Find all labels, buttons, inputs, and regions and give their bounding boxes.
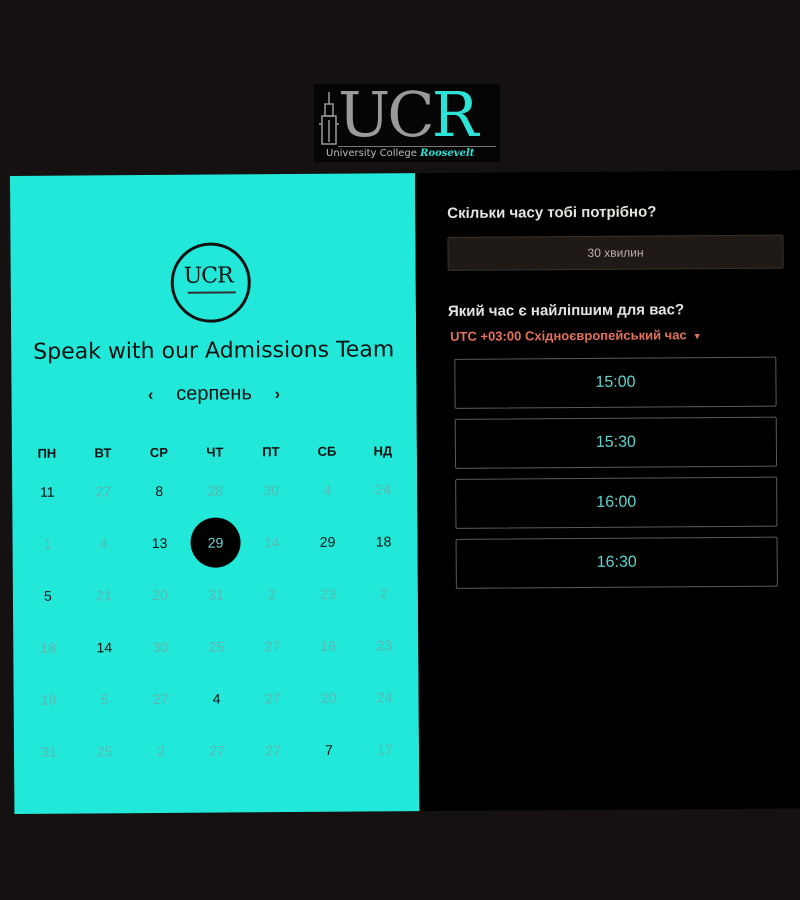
- calendar-week: 11 27 8 28 30 4 24: [19, 463, 411, 518]
- time-slot-button[interactable]: 16:00: [455, 476, 778, 529]
- month-navigation: ‹ серпень ›: [11, 381, 416, 407]
- calendar-week: 19 5 27 4 27 20 24: [20, 671, 412, 726]
- time-panel: Скільки часу тобі потрібно? 30 хвилин Як…: [414, 170, 800, 812]
- timezone-utc: UTC +03:00: [450, 328, 522, 344]
- timezone-selector[interactable]: UTC +03:00 Східноєвропейський час ▼: [450, 327, 702, 344]
- logo-wordmark: UCR: [338, 78, 478, 151]
- calendar-day: 27: [152, 690, 169, 708]
- calendar-day: 20: [152, 586, 168, 604]
- weekday-label: ПН: [37, 445, 57, 461]
- calendar-week: 31 25 2 27 27 7 17: [21, 723, 413, 778]
- chevron-left-icon[interactable]: ‹: [137, 387, 165, 405]
- calendar-week: 1 4 13 29 14 29 18: [19, 515, 411, 570]
- calendar-day: 24: [375, 481, 392, 498]
- calendar-day: 2: [379, 585, 388, 602]
- page-title: Speak with our Admissions Team: [33, 337, 395, 365]
- weekday-label: СБ: [317, 443, 337, 459]
- calendar-day: 17: [377, 741, 393, 758]
- time-slot-button[interactable]: 16:30: [455, 536, 778, 589]
- booking-card: UCR Speak with our Admissions Team ‹ сер…: [10, 170, 800, 814]
- calendar-day[interactable]: 5: [20, 570, 76, 622]
- calendar-day: 21: [96, 587, 112, 604]
- calendar-day: 19: [40, 691, 57, 708]
- calendar-day: 1: [43, 535, 52, 552]
- calendar-day: 28: [207, 482, 224, 499]
- calendar-day-selected[interactable]: 29: [187, 516, 243, 568]
- calendar-panel: UCR Speak with our Admissions Team ‹ сер…: [10, 173, 420, 814]
- calendar-day: 14: [263, 534, 280, 551]
- calendar-day: 2: [267, 586, 276, 603]
- calendar-day: 27: [265, 742, 281, 759]
- calendar-day: 27: [264, 690, 281, 707]
- calendar-day[interactable]: 8: [131, 465, 187, 517]
- chevron-right-icon[interactable]: ›: [263, 386, 291, 404]
- calendar-day: 4: [323, 481, 332, 498]
- calendar-day[interactable]: 18: [355, 515, 411, 567]
- calendar-day: 4: [99, 535, 108, 552]
- calendar-day[interactable]: 29: [299, 516, 355, 568]
- weekday-header: ПН ВТ СР ЧТ ПТ СБ НД: [19, 437, 411, 466]
- time-slots: 15:00 15:30 16:00 16:30: [454, 356, 778, 599]
- weekday-label: НД: [373, 442, 393, 458]
- weekday-label: ЧТ: [206, 444, 224, 460]
- calendar-day: 30: [152, 638, 169, 656]
- badge-logo: UCR: [170, 242, 252, 323]
- calendar-day: 5: [100, 691, 109, 708]
- calendar-day: 27: [264, 638, 281, 655]
- weekday-label: ПТ: [262, 443, 280, 459]
- calendar-day: 2: [157, 742, 165, 759]
- calendar-day: 23: [320, 585, 336, 602]
- calendar-week: 18 14 30 25 27 16 23: [20, 619, 412, 674]
- calendar-day[interactable]: 11: [19, 466, 75, 518]
- weekday-label: ВТ: [94, 444, 112, 460]
- calendar-day[interactable]: 14: [76, 621, 132, 673]
- calendar-day: 24: [376, 689, 393, 706]
- weekday-label: СР: [149, 444, 169, 460]
- calendar-day[interactable]: 7: [301, 724, 357, 776]
- time-question: Який час є найліпшим для вас?: [447, 301, 685, 320]
- calendar-day: 16: [320, 637, 337, 654]
- timezone-name: Східноєвропейський час: [524, 327, 687, 344]
- calendar-day[interactable]: 13: [131, 517, 187, 569]
- duration-select[interactable]: 30 хвилин: [447, 234, 784, 271]
- caret-down-icon: ▼: [692, 331, 702, 342]
- calendar-day: 27: [95, 483, 112, 500]
- ucr-logo: UCR University College Roosevelt: [314, 80, 500, 162]
- calendar-day: 27: [209, 742, 225, 759]
- calendar-day: 31: [208, 586, 224, 603]
- calendar-day: 23: [376, 637, 393, 654]
- calendar-day: 31: [41, 743, 57, 760]
- month-label: серпень: [176, 382, 252, 405]
- calendar-day: 25: [208, 638, 225, 655]
- logo-subtitle: University College Roosevelt: [326, 148, 475, 159]
- calendar-grid: ПН ВТ СР ЧТ ПТ СБ НД 11 27 8 28 30 4 24 1 4 13 29 14 29 18 5…: [19, 437, 413, 778]
- time-slot-button[interactable]: 15:30: [454, 416, 778, 469]
- tower-icon: [319, 92, 339, 145]
- calendar-day[interactable]: 4: [188, 672, 244, 724]
- calendar-day: 30: [263, 482, 280, 499]
- calendar-day: 18: [40, 639, 57, 656]
- calendar-day: 25: [97, 743, 113, 760]
- calendar-week: 5 21 20 31 2 23 2: [20, 567, 412, 622]
- duration-question: Скільки часу тобі потрібно?: [447, 203, 657, 222]
- calendar-day: 20: [320, 689, 337, 706]
- time-slot-button[interactable]: 15:00: [454, 356, 777, 409]
